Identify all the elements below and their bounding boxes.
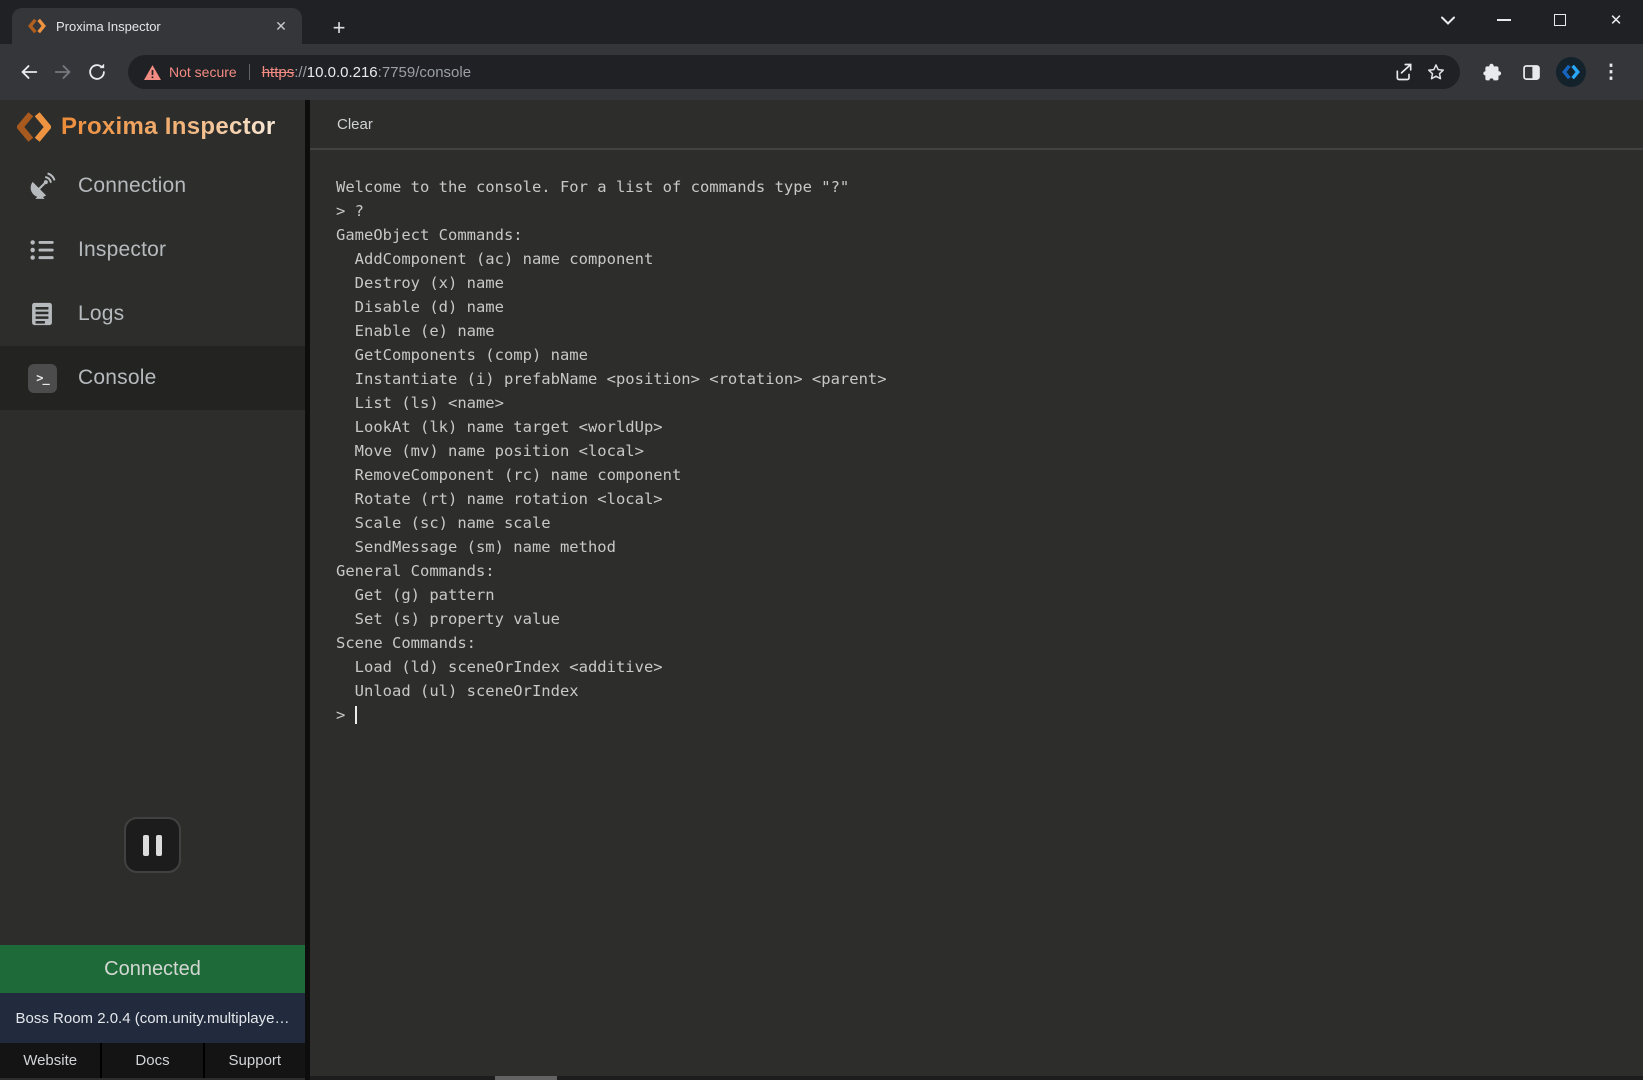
horizontal-scrollbar[interactable] <box>310 1076 1643 1080</box>
omnibox-divider <box>249 64 250 80</box>
app-logo-row: Proxima Inspector <box>0 100 305 154</box>
pause-icon <box>143 835 149 856</box>
not-secure-label[interactable]: Not secure <box>169 64 237 80</box>
text-cursor <box>355 706 357 724</box>
sidebar-item-inspector[interactable]: Inspector <box>0 218 305 282</box>
url-separator: :// <box>294 64 307 81</box>
scrollbar-thumb[interactable] <box>495 1076 557 1080</box>
back-button[interactable] <box>12 55 46 89</box>
proxima-favicon-icon <box>28 17 46 35</box>
connection-status-banner: Connected <box>0 945 305 993</box>
sidebar: Proxima Inspector Connection <box>0 100 310 1080</box>
list-icon <box>28 236 64 264</box>
browser-tab[interactable]: Proxima Inspector ✕ <box>12 8 302 44</box>
console-output-area[interactable]: Welcome to the console. For a list of co… <box>310 150 1643 1080</box>
document-lines-icon <box>28 300 64 328</box>
page-content: Proxima Inspector Connection <box>0 100 1643 1080</box>
url-scheme: https <box>262 64 295 81</box>
bookmark-star-icon[interactable] <box>1420 56 1452 88</box>
browser-toolbar: Not secure https://10.0.0.216:7759/conso… <box>0 44 1643 100</box>
app-title: Proxima Inspector <box>61 113 276 141</box>
extensions-puzzle-icon[interactable] <box>1474 55 1508 89</box>
side-panel-icon[interactable] <box>1514 55 1548 89</box>
forward-button[interactable] <box>46 55 80 89</box>
tab-search-chevron-icon[interactable] <box>1433 0 1463 40</box>
tab-title: Proxima Inspector <box>56 19 270 34</box>
project-label: Boss Room 2.0.4 (com.unity.multiplaye… <box>16 1010 290 1027</box>
project-info-row: Boss Room 2.0.4 (com.unity.multiplaye… <box>0 993 305 1043</box>
proxima-logo-icon <box>17 110 51 144</box>
url-text[interactable]: https://10.0.0.216:7759/console <box>262 64 471 81</box>
reload-button[interactable] <box>80 55 114 89</box>
new-tab-button[interactable]: + <box>324 14 354 44</box>
tab-strip: Proxima Inspector ✕ + ✕ <box>0 0 1643 44</box>
terminal-icon: >_ <box>28 364 64 393</box>
sidebar-item-label: Connection <box>78 174 186 198</box>
sidebar-footer: Website Docs Support <box>0 1043 305 1078</box>
minimize-button[interactable] <box>1489 0 1519 40</box>
console-header: Clear <box>310 100 1643 150</box>
satellite-dish-icon <box>28 172 64 200</box>
sidebar-item-label: Console <box>78 366 156 390</box>
sidebar-item-connection[interactable]: Connection <box>0 154 305 218</box>
sidebar-item-label: Inspector <box>78 238 166 262</box>
sidebar-item-console[interactable]: >_ Console <box>0 346 305 410</box>
clear-button[interactable]: Clear <box>337 116 373 133</box>
status-label: Connected <box>104 958 201 981</box>
toolbar-icons: ⋮ <box>1474 55 1634 89</box>
window-close-button[interactable]: ✕ <box>1601 0 1631 40</box>
browser-window: Proxima Inspector ✕ + ✕ <box>0 0 1643 1080</box>
profile-avatar[interactable] <box>1554 55 1588 89</box>
address-bar[interactable]: Not secure https://10.0.0.216:7759/conso… <box>128 55 1460 89</box>
url-path: :7759/console <box>378 64 471 81</box>
avatar-diamond-icon <box>1556 57 1586 87</box>
maximize-button[interactable] <box>1545 0 1575 40</box>
footer-link-support[interactable]: Support <box>205 1043 305 1078</box>
url-host: 10.0.0.216 <box>307 64 378 81</box>
prompt-glyph: > <box>336 703 345 727</box>
window-controls: ✕ <box>1407 0 1631 40</box>
sidebar-item-logs[interactable]: Logs <box>0 282 305 346</box>
share-icon[interactable] <box>1388 56 1420 88</box>
menu-dots-icon[interactable]: ⋮ <box>1594 55 1628 89</box>
warning-icon <box>144 65 161 80</box>
pause-button[interactable] <box>124 817 181 873</box>
footer-link-website[interactable]: Website <box>0 1043 100 1078</box>
console-prompt-line[interactable]: > <box>336 703 1633 727</box>
tab-close-icon[interactable]: ✕ <box>270 15 292 37</box>
footer-link-docs[interactable]: Docs <box>102 1043 202 1078</box>
sidebar-item-label: Logs <box>78 302 124 326</box>
console-panel: Clear Welcome to the console. For a list… <box>310 100 1643 1080</box>
console-output: Welcome to the console. For a list of co… <box>336 175 1633 703</box>
